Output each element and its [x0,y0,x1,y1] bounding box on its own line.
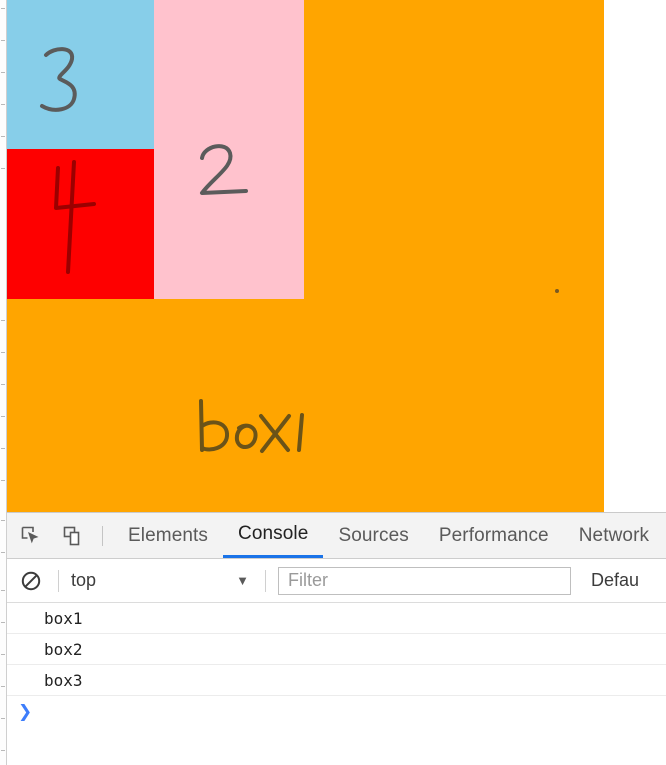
tab-console[interactable]: Console [223,513,324,558]
box-3-blue[interactable] [6,0,154,149]
console-prompt-row[interactable]: ❯ [6,696,666,728]
prompt-caret-icon: ❯ [18,702,33,722]
console-message-row[interactable]: box3 [6,665,666,696]
clear-console-icon[interactable] [16,566,46,596]
box-4-red[interactable] [6,149,154,299]
console-toolbar: top ▼ Filter Defau [6,559,666,603]
toolbar-divider-2 [265,569,266,592]
device-toolbar-icon[interactable] [56,519,90,553]
tab-network[interactable]: Network [564,513,664,558]
toolbar-divider-1 [58,569,59,592]
window-left-edge-gutter [0,0,7,765]
log-levels-select[interactable]: Defau [591,570,639,591]
chevron-down-icon: ▼ [236,573,249,588]
browser-page-viewport [0,0,666,512]
ink-annotation-dot [555,289,559,293]
tabbar-divider [102,525,103,546]
devtools-tabbar: Elements Console Sources Performance Net… [6,513,666,559]
tab-elements[interactable]: Elements [113,513,223,558]
execution-context-select[interactable]: top ▼ [71,566,253,596]
devtools-panel: Elements Console Sources Performance Net… [6,512,666,765]
console-message-row[interactable]: box2 [6,634,666,665]
tab-sources[interactable]: Sources [323,513,423,558]
tab-performance[interactable]: Performance [424,513,564,558]
console-filter-input[interactable]: Filter [278,566,571,595]
console-prompt-input[interactable] [32,696,666,728]
execution-context-value: top [71,570,97,590]
console-message-list: box1 box2 box3 ❯ [6,603,666,728]
inspect-element-icon[interactable] [14,519,48,553]
console-message-row[interactable]: box1 [6,603,666,634]
box-2-pink[interactable] [154,0,304,299]
